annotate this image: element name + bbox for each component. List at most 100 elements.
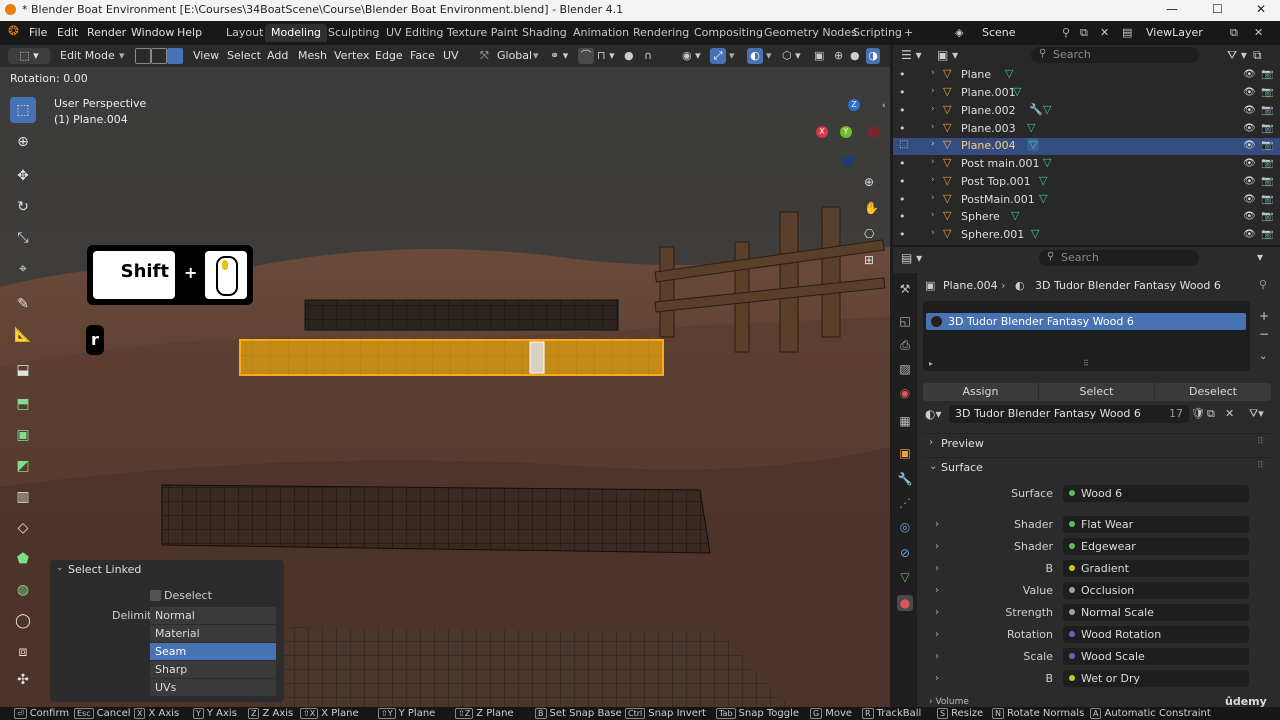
menu-add[interactable]: Add: [267, 48, 288, 64]
render-camera-icon[interactable]: 📷: [1261, 87, 1273, 98]
options-icon[interactable]: ▾: [1257, 250, 1263, 264]
gizmo-neg-z[interactable]: [842, 155, 854, 167]
tab-uv-editing[interactable]: UV Editing: [380, 24, 449, 42]
menu-view[interactable]: View: [193, 48, 219, 64]
properties-editor-icon[interactable]: ▤ ▾: [901, 251, 922, 265]
menu-face[interactable]: Face: [410, 48, 435, 64]
visibility-eye-icon[interactable]: 👁: [1243, 123, 1256, 134]
world-tab-icon[interactable]: ▦: [897, 413, 913, 429]
material-type-icon[interactable]: ⛛▾: [1249, 407, 1264, 421]
outliner-row[interactable]: • › ▽ Plane.003 ▽ 👁 📷: [893, 121, 1280, 138]
face-select-icon[interactable]: [167, 48, 183, 64]
remove-slot-icon[interactable]: −: [1259, 327, 1269, 341]
new-view-layer-icon[interactable]: ⧉: [1230, 26, 1238, 40]
solid-shading-icon[interactable]: ●: [850, 48, 860, 64]
visibility-eye-icon[interactable]: 👁: [1243, 158, 1256, 169]
render-camera-icon[interactable]: 📷: [1261, 105, 1273, 116]
menu-select[interactable]: Select: [227, 48, 261, 64]
modifier-tab-icon[interactable]: 🔧: [897, 471, 913, 487]
cursor-tool-icon[interactable]: ⊕: [10, 129, 36, 155]
properties-search[interactable]: ⚲ Search: [1039, 250, 1199, 266]
snap-toggle-icon[interactable]: ⌒: [578, 48, 594, 64]
expand-chevron-icon[interactable]: ›: [931, 193, 935, 203]
visibility-eye-icon[interactable]: 👁: [1243, 194, 1256, 205]
add-slot-icon[interactable]: +: [1259, 309, 1269, 323]
expand-chevron-icon[interactable]: ›: [931, 157, 935, 167]
move-tool-icon[interactable]: ✥: [10, 163, 36, 189]
surface-value[interactable]: Wood 6: [1063, 485, 1249, 502]
maximize-button[interactable]: ☐: [1212, 2, 1223, 16]
browse-material-icon[interactable]: ◐▾: [925, 407, 942, 421]
tool-tab-icon[interactable]: ⚒: [897, 281, 913, 297]
delete-view-layer-icon[interactable]: ✕: [1254, 26, 1263, 39]
view-layer-tab-icon[interactable]: ▨: [897, 361, 913, 377]
tab-shading[interactable]: Shading: [516, 24, 573, 42]
overlay-dropdown-icon[interactable]: ▾: [766, 48, 772, 64]
expand-chevron-icon[interactable]: ›: [935, 607, 939, 618]
value-value[interactable]: Occlusion: [1063, 582, 1249, 599]
delimit-option-sharp[interactable]: Sharp: [150, 661, 276, 678]
mode-dropdown-chevron-icon[interactable]: ▾: [119, 48, 125, 64]
pin-icon[interactable]: ⚲: [1062, 26, 1070, 39]
view-layer-selector[interactable]: ViewLayer: [1146, 26, 1203, 39]
tab-rendering[interactable]: Rendering: [627, 24, 695, 42]
expand-chevron-icon[interactable]: ›: [935, 651, 939, 662]
orientation-chevron-icon[interactable]: ▾: [533, 48, 539, 64]
add-workspace-button[interactable]: +: [898, 24, 919, 42]
material-tab-icon[interactable]: ●: [897, 595, 913, 611]
menu-file[interactable]: File: [29, 26, 47, 39]
assign-button[interactable]: Assign: [923, 383, 1038, 401]
output-tab-icon[interactable]: ⎙: [897, 337, 913, 353]
new-collection-icon[interactable]: ⧉: [1253, 48, 1262, 63]
visibility-eye-icon[interactable]: 👁: [1243, 69, 1256, 80]
volume-section-header[interactable]: › Volume: [929, 697, 969, 707]
scene-tab-icon[interactable]: ◉: [897, 385, 913, 401]
menu-uv[interactable]: UV: [443, 48, 459, 64]
gizmo-dropdown-icon[interactable]: ▾: [729, 48, 735, 64]
expand-chevron-icon[interactable]: ›: [931, 104, 935, 114]
minimize-button[interactable]: —: [1166, 2, 1178, 16]
camera-view-icon[interactable]: ⎔: [864, 227, 874, 241]
select-button[interactable]: Select: [1039, 383, 1154, 401]
expand-chevron-icon[interactable]: ›: [931, 86, 935, 96]
render-camera-icon[interactable]: 📷: [1261, 229, 1273, 240]
proportional-edit-icon[interactable]: ●: [624, 48, 634, 64]
unlink-material-icon[interactable]: ✕: [1225, 407, 1234, 420]
duplicate-material-icon[interactable]: ⧉: [1207, 407, 1215, 421]
outliner-editor-icon[interactable]: ☰ ▾: [901, 48, 922, 62]
annotate-tool-icon[interactable]: ✎: [10, 291, 36, 317]
outliner-row-selected[interactable]: ⬚ › ▽ Plane.004 ▽ 👁 📷: [893, 138, 1280, 155]
material-preview-shading-icon[interactable]: ◑: [866, 48, 880, 64]
collapse-sidebar-icon[interactable]: ‹: [882, 101, 886, 111]
menu-mesh[interactable]: Mesh: [298, 48, 327, 64]
delimit-option-material[interactable]: Material: [150, 625, 276, 642]
mesh-overlay-icon[interactable]: ⬡ ▾: [782, 48, 801, 64]
deselect-checkbox[interactable]: [150, 590, 161, 601]
gizmo-toggle-icon[interactable]: ⤢: [710, 48, 726, 64]
render-camera-icon[interactable]: 📷: [1261, 211, 1273, 222]
outliner-row[interactable]: • › ▽ Plane ▽ 👁 📷: [893, 67, 1280, 84]
resize-handle-icon[interactable]: ⠿: [1083, 359, 1089, 368]
delimit-option-uvs[interactable]: UVs: [150, 679, 276, 696]
preview-section-header[interactable]: › Preview ⠿: [923, 433, 1273, 454]
wireframe-shading-icon[interactable]: ⊕: [834, 48, 843, 64]
visibility-eye-icon[interactable]: 👁: [1243, 211, 1256, 222]
rotate-tool-icon[interactable]: ↻: [10, 194, 36, 220]
scale-tool-icon[interactable]: ⤡: [10, 225, 36, 251]
tab-layout[interactable]: Layout: [220, 24, 269, 42]
visibility-eye-icon[interactable]: 👁: [1243, 229, 1256, 240]
delete-scene-icon[interactable]: ✕: [1100, 26, 1109, 39]
delimit-option-normal[interactable]: Normal: [150, 607, 276, 624]
surface-section-header[interactable]: ⌄ Surface ⠿: [923, 457, 1273, 478]
expand-chevron-icon[interactable]: ›: [935, 629, 939, 640]
data-tab-icon[interactable]: ▽: [897, 569, 913, 585]
menu-render[interactable]: Render: [87, 26, 126, 39]
close-button[interactable]: ✕: [1256, 2, 1266, 16]
menu-window[interactable]: Window: [131, 26, 174, 39]
outliner-row[interactable]: • › ▽ Sphere ▽ 👁 📷: [893, 209, 1280, 226]
mode-selector[interactable]: Edit Mode: [60, 48, 115, 64]
b-value[interactable]: Wet or Dry: [1063, 670, 1249, 687]
drag-handle-icon[interactable]: ⠿: [1257, 461, 1264, 471]
gizmo-x-axis[interactable]: X: [816, 126, 828, 138]
expand-chevron-icon[interactable]: ›: [935, 563, 939, 574]
